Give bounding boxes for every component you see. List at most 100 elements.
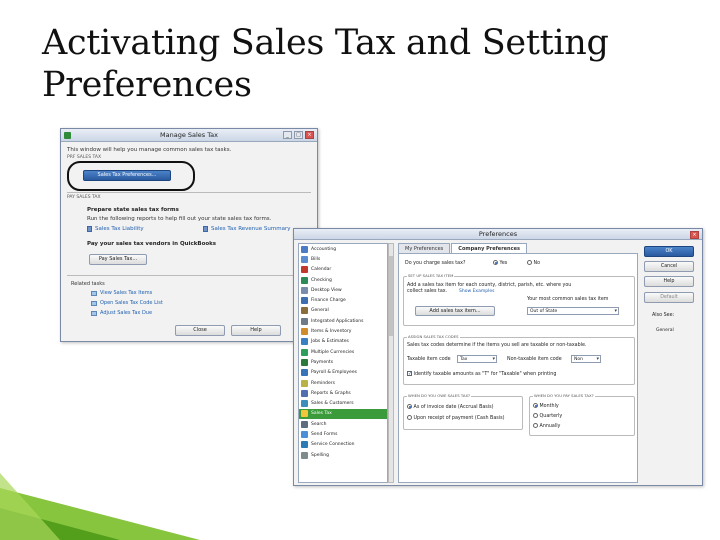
- section-divider: [67, 192, 311, 193]
- category-icon: [301, 369, 308, 377]
- category-item[interactable]: Items & Inventory: [299, 326, 387, 336]
- show-examples-link[interactable]: Show Examples: [459, 289, 494, 294]
- category-label: Desktop View: [311, 287, 342, 293]
- add-sales-tax-item-button[interactable]: Add sales tax item...: [415, 306, 495, 316]
- category-item[interactable]: Jobs & Estimates: [299, 337, 387, 347]
- setup-text-line-1: Add a sales tax item for each county, di…: [407, 283, 572, 288]
- window-controls: _ □ ×: [283, 131, 314, 139]
- category-item[interactable]: Spelling: [299, 450, 387, 460]
- category-icon: [301, 317, 308, 325]
- quickbooks-app-icon: [64, 132, 71, 139]
- related-task-view-items[interactable]: View Sales Tax Items: [91, 290, 152, 296]
- category-label: Sales & Customers: [311, 401, 354, 407]
- most-common-item-select[interactable]: Out of State: [527, 307, 619, 315]
- ok-button[interactable]: OK: [644, 246, 694, 257]
- category-item[interactable]: Finance Charge: [299, 295, 387, 305]
- task-icon: [91, 300, 97, 306]
- pay-option-annually[interactable]: Annually: [533, 423, 560, 429]
- taxable-code-select[interactable]: Tax: [457, 355, 497, 363]
- category-scrollbar[interactable]: [388, 243, 394, 483]
- radio-yes[interactable]: [493, 260, 498, 265]
- category-item[interactable]: Checking: [299, 275, 387, 285]
- when-owe-group: [403, 396, 523, 430]
- category-label: Jobs & Estimates: [311, 339, 349, 345]
- owe-option-cash[interactable]: Upon receipt of payment (Cash Basis): [407, 415, 504, 421]
- slide-title: Activating Sales Tax and Setting Prefere…: [42, 23, 609, 105]
- pay-option-quarterly[interactable]: Quarterly: [533, 413, 562, 419]
- category-item[interactable]: Reminders: [299, 378, 387, 388]
- category-item[interactable]: Bills: [299, 254, 387, 264]
- radio-quarterly[interactable]: [533, 413, 538, 418]
- most-common-item-label: Your most common sales tax item: [527, 297, 609, 302]
- radio-accrual[interactable]: [407, 404, 412, 409]
- pay-option-monthly[interactable]: Monthly: [533, 403, 559, 409]
- category-label: Reminders: [311, 380, 335, 386]
- category-item[interactable]: Desktop View: [299, 285, 387, 295]
- setup-text-line-2: collect sales tax.: [407, 289, 448, 294]
- related-task-code-list[interactable]: Open Sales Tax Code List: [91, 300, 163, 306]
- category-item[interactable]: Service Connection: [299, 440, 387, 450]
- category-label: Reports & Graphs: [311, 390, 351, 396]
- nontaxable-code-select[interactable]: Non: [571, 355, 601, 363]
- radio-monthly[interactable]: [533, 403, 538, 408]
- category-label: Service Connection: [311, 442, 355, 448]
- category-item[interactable]: Send Forms: [299, 429, 387, 439]
- also-see-label: Also See:: [652, 313, 675, 318]
- scrollbar-thumb[interactable]: [389, 256, 393, 336]
- close-icon[interactable]: ×: [305, 131, 314, 139]
- radio-annually[interactable]: [533, 423, 538, 428]
- category-item[interactable]: Calendar: [299, 265, 387, 275]
- tab-company-preferences[interactable]: Company Preferences: [451, 243, 527, 253]
- tab-my-preferences[interactable]: My Preferences: [398, 243, 451, 253]
- section-label-sales-tax: PRF SALES TAX: [67, 155, 102, 160]
- also-see-general-link[interactable]: General: [656, 328, 674, 333]
- radio-cash[interactable]: [407, 415, 412, 420]
- category-item[interactable]: Payments: [299, 357, 387, 367]
- minimize-icon[interactable]: _: [283, 131, 292, 139]
- category-item[interactable]: Reports & Graphs: [299, 388, 387, 398]
- task-icon: [91, 310, 97, 316]
- maximize-icon[interactable]: □: [294, 131, 303, 139]
- close-icon[interactable]: ×: [690, 231, 699, 239]
- category-item[interactable]: Multiple Currencies: [299, 347, 387, 357]
- report-doc-icon: [203, 226, 208, 232]
- category-label: Checking: [311, 277, 332, 283]
- codes-text: Sales tax codes determine if the items y…: [407, 343, 587, 348]
- close-button[interactable]: Close: [175, 325, 225, 336]
- charge-no-option[interactable]: No: [527, 260, 540, 266]
- report-link-liability[interactable]: Sales Tax Liability: [87, 226, 144, 232]
- preference-tabs: My Preferences Company Preferences: [398, 243, 527, 253]
- category-label: Send Forms: [311, 431, 338, 437]
- cancel-button[interactable]: Cancel: [644, 261, 694, 272]
- pay-group-label: WHEN DO YOU PAY SALES TAX?: [533, 393, 595, 398]
- category-icon: [301, 410, 308, 418]
- category-label: Items & Inventory: [311, 329, 352, 335]
- category-item[interactable]: Integrated Applications: [299, 316, 387, 326]
- identify-taxable-checkbox[interactable]: ✓: [407, 371, 412, 377]
- default-button[interactable]: Default: [644, 292, 694, 303]
- category-label: General: [311, 308, 329, 314]
- pay-sales-tax-button[interactable]: Pay Sales Tax...: [89, 254, 147, 265]
- owe-option-accrual[interactable]: As of invoice date (Accrual Basis): [407, 404, 494, 410]
- charge-yes-option[interactable]: Yes: [493, 260, 507, 266]
- codes-group-label: ASSIGN SALES TAX CODES: [407, 334, 460, 339]
- window-controls: ×: [690, 231, 699, 239]
- category-item[interactable]: General: [299, 306, 387, 316]
- report-link-revenue-summary[interactable]: Sales Tax Revenue Summary: [203, 226, 291, 232]
- category-item[interactable]: Payroll & Employees: [299, 368, 387, 378]
- category-item[interactable]: Search: [299, 419, 387, 429]
- manage-sales-tax-titlebar: Manage Sales Tax _ □ ×: [61, 129, 317, 142]
- identify-taxable-option[interactable]: ✓ Identify taxable amounts as "T" for "T…: [407, 371, 556, 377]
- category-item[interactable]: Accounting: [299, 244, 387, 254]
- window-title: Manage Sales Tax: [160, 131, 218, 139]
- help-button[interactable]: Help: [644, 276, 694, 287]
- category-icon: [301, 389, 308, 397]
- category-item[interactable]: Sales Tax: [299, 408, 387, 420]
- preference-category-list[interactable]: Accounting Bills Calendar Checking Desktop V…: [298, 243, 388, 483]
- related-task-adjust-due[interactable]: Adjust Sales Tax Due: [91, 310, 152, 316]
- company-preferences-panel: Do you charge sales tax? Yes No SET UP S…: [398, 253, 638, 483]
- radio-no[interactable]: [527, 260, 532, 265]
- section-label-pay: PAY SALES TAX: [67, 195, 101, 200]
- help-button[interactable]: Help: [231, 325, 281, 336]
- category-item[interactable]: Sales & Customers: [299, 398, 387, 408]
